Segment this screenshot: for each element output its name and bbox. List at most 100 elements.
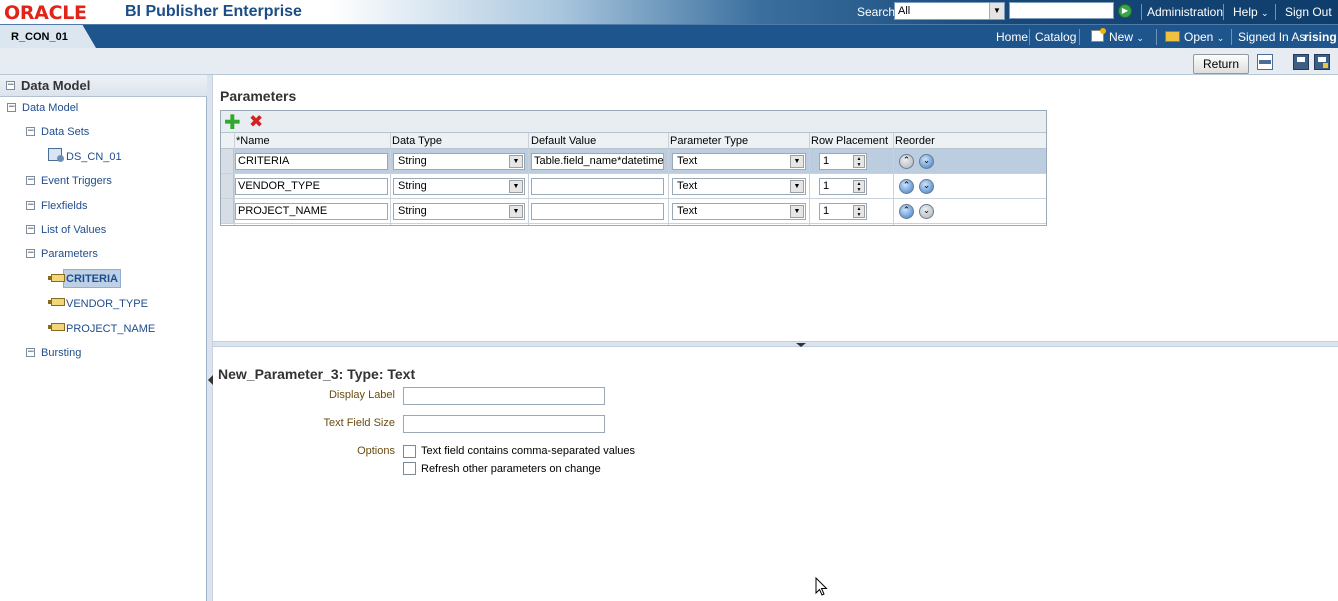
tab-document[interactable]: R_CON_01 [0,25,96,48]
column-header: Reorder [895,135,935,147]
parameter-type-select[interactable]: Text ▼ [672,153,806,170]
folder-icon[interactable] [1165,31,1180,42]
parameter-type-select[interactable]: Text ▼ [672,203,806,220]
column-header: Row Placement [811,135,889,147]
tree-item-data-sets[interactable]: Data Sets [41,126,89,138]
data-type-select[interactable]: String ▼ [393,178,525,195]
tree-item-flexfields[interactable]: Flexfields [41,200,87,212]
chevron-down-icon: ⌄ [1136,33,1144,43]
tree-item-list-of-values[interactable]: List of Values [41,224,106,236]
collapse-icon[interactable]: − [26,225,35,234]
chevron-down-icon[interactable]: ▼ [790,155,804,168]
separator [1079,29,1080,45]
tree-item-vendor-type[interactable]: VENDOR_TYPE [66,298,148,310]
open-menu[interactable]: Open ⌄ [1184,30,1224,44]
chevron-down-icon[interactable]: ▼ [509,180,523,193]
help-menu[interactable]: Help ⌄ [1233,5,1269,19]
refresh-parameters-checkbox[interactable] [403,462,416,475]
move-up-icon[interactable]: ⌃ [899,154,914,169]
collapse-icon[interactable]: − [26,176,35,185]
delete-icon[interactable]: ✖ [249,113,263,131]
help-label: Help [1233,5,1258,19]
collapse-down-icon[interactable] [796,343,806,347]
home-link[interactable]: Home [996,30,1028,44]
move-down-icon[interactable]: ⌄ [919,154,934,169]
collapse-icon[interactable]: − [26,249,35,258]
refresh-parameters-label: Refresh other parameters on change [421,463,601,475]
separator [1141,4,1142,20]
comma-separated-checkbox[interactable] [403,445,416,458]
move-up-icon[interactable]: ⌃ [899,204,914,219]
collapse-left-icon[interactable] [208,375,213,385]
stepper-arrows-icon[interactable]: ▲ ▼ [853,205,865,218]
default-value-field[interactable] [531,178,664,195]
tree-item-event-triggers[interactable]: Event Triggers [41,175,112,187]
save-icon[interactable] [1293,54,1309,70]
row-selector[interactable] [221,174,234,198]
new-menu[interactable]: New ⌄ [1109,30,1144,44]
tree-item-criteria[interactable]: CRITERIA [66,273,118,285]
tree-root-data-model[interactable]: Data Model [22,102,78,114]
move-down-icon[interactable]: ⌄ [919,179,934,194]
row-placement-stepper[interactable]: 1 ▲ ▼ [819,178,867,195]
chevron-down-icon[interactable]: ▼ [509,155,523,168]
row-selector[interactable] [221,199,234,223]
row-placement-stepper[interactable]: 1 ▲ ▼ [819,203,867,220]
text-field-size-input[interactable] [403,415,605,433]
collapse-icon[interactable]: − [6,81,15,90]
section-title: Parameters [220,88,297,104]
tab-label: R_CON_01 [11,31,68,43]
add-icon[interactable]: ✚ [224,112,241,132]
stepper-arrows-icon[interactable]: ▲ ▼ [853,180,865,193]
data-type-select[interactable]: String ▼ [393,153,525,170]
signed-in-user[interactable]: rising [1304,30,1337,44]
search-scope-select[interactable]: All ▼ [894,2,1005,20]
horizontal-splitter[interactable] [213,341,1338,347]
divider [893,133,894,225]
dataset-icon [48,148,64,162]
new-icon[interactable] [1091,28,1106,42]
default-value-field[interactable] [531,203,664,220]
chevron-down-icon[interactable]: ▼ [509,205,523,218]
chevron-down-icon[interactable]: ▼ [989,3,1004,19]
search-input[interactable] [1009,2,1114,19]
collapse-icon[interactable]: − [26,348,35,357]
display-label-input[interactable] [403,387,605,405]
tree-item-project-name[interactable]: PROJECT_NAME [66,323,155,335]
row-selector[interactable] [221,149,234,173]
grid-toolbar [221,111,1046,133]
tree-item-ds-cn-01[interactable]: DS_CN_01 [66,151,122,163]
chevron-down-icon[interactable]: ▼ [790,180,804,193]
oracle-logo: ORACLE [4,2,87,24]
save-as-icon[interactable] [1314,54,1330,70]
text-field-size-label: Text Field Size [323,417,395,429]
catalog-link[interactable]: Catalog [1035,30,1076,44]
xml-view-icon[interactable] [1257,54,1273,70]
data-type-select[interactable]: String ▼ [393,203,525,220]
tree-item-parameters[interactable]: Parameters [41,248,98,260]
return-button[interactable]: Return [1193,54,1249,74]
tree-item-bursting[interactable]: Bursting [41,347,81,359]
chevron-down-icon[interactable]: ▼ [790,205,804,218]
move-up-icon[interactable]: ⌃ [899,179,914,194]
name-field[interactable]: PROJECT_NAME [235,203,388,220]
search-go-icon[interactable]: ▶ [1118,4,1132,18]
collapse-icon[interactable]: − [7,103,16,112]
administration-link[interactable]: Administration [1147,5,1223,19]
row-placement-stepper[interactable]: 1 ▲ ▼ [819,153,867,170]
parameter-type-select[interactable]: Text ▼ [672,178,806,195]
stepper-arrows-icon[interactable]: ▲ ▼ [853,155,865,168]
product-title: BI Publisher Enterprise [125,3,302,20]
name-field[interactable]: CRITERIA [235,153,388,170]
signed-in-label: Signed In As [1238,30,1306,44]
name-field[interactable]: VENDOR_TYPE [235,178,388,195]
separator [1156,29,1157,45]
parameter-icon [48,298,65,306]
collapse-icon[interactable]: − [26,127,35,136]
move-down-icon[interactable]: ⌄ [919,204,934,219]
sign-out-link[interactable]: Sign Out [1285,5,1332,19]
default-value-field[interactable]: Table.field_name*datetime [531,153,664,170]
row-placement-value: 1 [823,155,830,167]
collapse-icon[interactable]: − [26,201,35,210]
divider [528,133,529,225]
